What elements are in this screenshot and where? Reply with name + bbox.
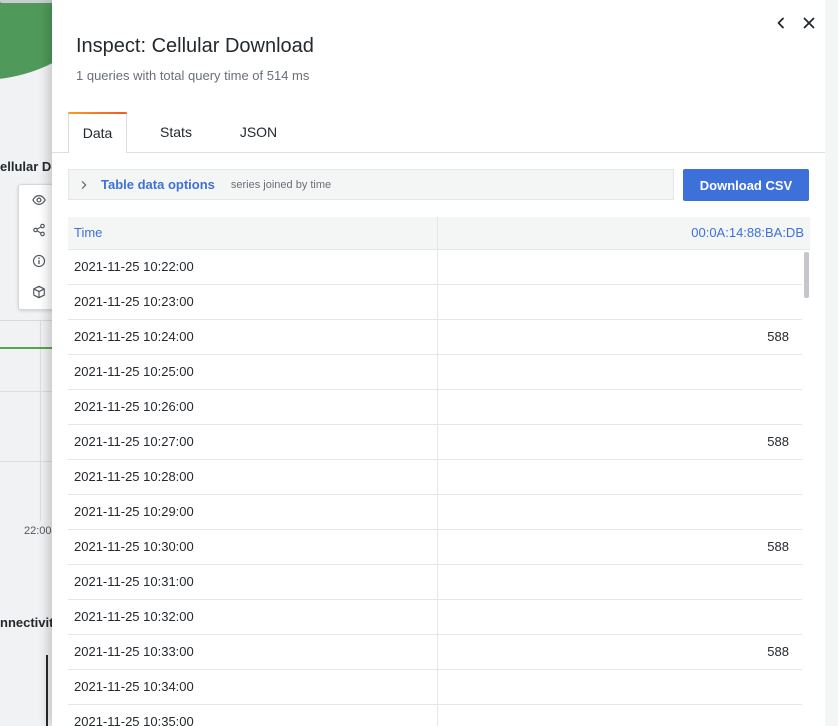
cell-value — [439, 285, 802, 319]
cell-value — [439, 355, 802, 389]
table-row: 2021-11-25 10:34:00 — [68, 670, 802, 705]
table-row: 2021-11-25 10:31:00 — [68, 565, 802, 600]
cell-time: 2021-11-25 10:23:00 — [68, 285, 438, 319]
cell-value — [439, 250, 802, 284]
drawer-subtitle: 1 queries with total query time of 514 m… — [76, 68, 310, 83]
gauge-panel-graphic — [0, 0, 60, 80]
table-body: 2021-11-25 10:22:00 2021-11-25 10:23:00 20… — [68, 250, 802, 726]
cell-value — [439, 495, 802, 529]
chevron-right-icon — [79, 180, 91, 190]
table-row: 2021-11-25 10:23:00 — [68, 285, 802, 320]
table-data-options-label: Table data options — [101, 177, 215, 192]
cell-value: 588 — [767, 329, 789, 344]
table-row: 2021-11-25 10:25:00 — [68, 355, 802, 390]
tab-stats[interactable]: Stats — [146, 112, 206, 152]
cell-time: 2021-11-25 10:31:00 — [68, 565, 438, 599]
cell-time: 2021-11-25 10:33:00 — [68, 635, 438, 669]
cell-value — [439, 460, 802, 494]
table-row: 2021-11-25 10:22:00 — [68, 250, 802, 285]
cell-time: 2021-11-25 10:22:00 — [68, 250, 438, 284]
table-row: 2021-11-25 10:29:00 — [68, 495, 802, 530]
table-row: 2021-11-25 10:30:00 588 — [68, 530, 802, 565]
column-header-time[interactable]: Time — [68, 217, 438, 249]
eye-icon[interactable] — [31, 193, 47, 209]
panel-title-cellular[interactable]: ellular Do — [0, 159, 59, 174]
cell-time: 2021-11-25 10:25:00 — [68, 355, 438, 389]
table-row: 2021-11-25 10:28:00 — [68, 460, 802, 495]
cell-time: 2021-11-25 10:27:00 — [68, 425, 438, 459]
dashboard-background: ellular Do 22:00 nnectivity — [0, 0, 60, 726]
data-table: Time 00:0A:14:88:BA:DB 2021-11-25 10:22:… — [68, 217, 810, 726]
table-scrollbar-thumb[interactable] — [804, 252, 809, 298]
panel-title-connectivity[interactable]: nnectivity — [0, 615, 60, 630]
cell-time: 2021-11-25 10:28:00 — [68, 460, 438, 494]
info-icon[interactable] — [31, 254, 47, 270]
cell-value: 588 — [767, 539, 789, 554]
table-header: Time 00:0A:14:88:BA:DB — [68, 217, 810, 250]
table-row: 2021-11-25 10:35:00 — [68, 705, 802, 726]
tab-json[interactable]: JSON — [226, 112, 291, 152]
cube-icon[interactable] — [31, 285, 47, 301]
cell-value — [439, 390, 802, 424]
cell-time: 2021-11-25 10:29:00 — [68, 495, 438, 529]
table-row: 2021-11-25 10:26:00 — [68, 390, 802, 425]
drawer-title: Inspect: Cellular Download — [76, 35, 314, 57]
cell-time: 2021-11-25 10:35:00 — [68, 705, 438, 726]
close-icon[interactable] — [799, 12, 819, 34]
table-row: 2021-11-25 10:24:00 588 — [68, 320, 802, 355]
cell-time: 2021-11-25 10:32:00 — [68, 600, 438, 634]
share-icon[interactable] — [31, 223, 47, 239]
cell-value — [439, 565, 802, 599]
download-csv-button[interactable]: Download CSV — [683, 169, 809, 201]
inspect-drawer: Inspect: Cellular Download 1 queries wit… — [52, 0, 825, 726]
cell-value — [439, 670, 802, 704]
tab-data[interactable]: Data — [68, 112, 127, 153]
cell-time: 2021-11-25 10:34:00 — [68, 670, 438, 704]
cell-value — [439, 705, 802, 726]
page-scrollbar-track[interactable] — [825, 0, 838, 726]
table-data-options-toggle[interactable]: Table data options series joined by time — [68, 169, 674, 200]
cell-time: 2021-11-25 10:24:00 — [68, 320, 438, 354]
cell-time: 2021-11-25 10:30:00 — [68, 530, 438, 564]
table-data-options-description: series joined by time — [230, 178, 332, 191]
column-header-series[interactable]: 00:0A:14:88:BA:DB — [439, 217, 810, 249]
chevron-left-icon[interactable] — [771, 12, 791, 34]
cell-value: 588 — [767, 644, 789, 659]
bar-mark — [46, 655, 48, 726]
timeseries-graph — [0, 320, 60, 521]
cell-time: 2021-11-25 10:26:00 — [68, 390, 438, 424]
cell-value — [439, 600, 802, 634]
table-row: 2021-11-25 10:27:00 588 — [68, 425, 802, 460]
tabs-divider — [52, 152, 825, 153]
x-axis-tick: 22:00 — [24, 525, 52, 537]
table-row: 2021-11-25 10:32:00 — [68, 600, 802, 635]
cell-value: 588 — [767, 434, 789, 449]
series-line — [0, 347, 60, 349]
table-row: 2021-11-25 10:33:00 588 — [68, 635, 802, 670]
